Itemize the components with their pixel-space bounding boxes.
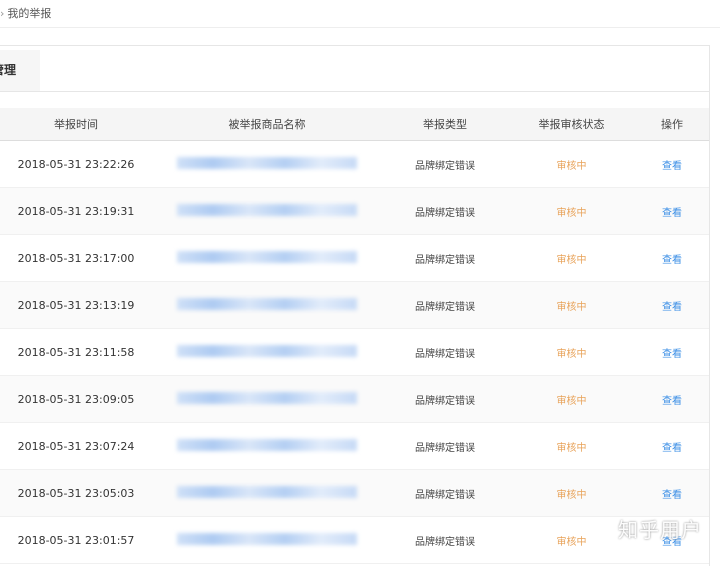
report-time: 2018-05-31 23:01:57 (0, 516, 152, 564)
status-badge: 审核中 (508, 187, 635, 235)
header-time: 举报时间 (0, 108, 152, 141)
blurred-product-name (177, 156, 357, 169)
report-time: 2018-05-31 23:09:05 (0, 375, 152, 423)
status-badge: 审核中 (508, 328, 635, 376)
report-type: 品牌绑定错误 (382, 469, 508, 517)
table-row: 2018-05-31 23:07:24 品牌绑定错误 审核中 查看 (0, 422, 709, 470)
product-name (152, 234, 382, 282)
report-type: 品牌绑定错误 (382, 422, 508, 470)
product-name (152, 422, 382, 470)
table-row: 2018-05-31 23:11:58 品牌绑定错误 审核中 查看 (0, 328, 709, 376)
report-time: 2018-05-31 23:05:03 (0, 469, 152, 517)
view-link[interactable]: 查看 (662, 302, 682, 313)
view-link[interactable]: 查看 (662, 208, 682, 219)
blurred-product-name (177, 532, 357, 545)
status-badge: 审核中 (508, 234, 635, 282)
tab-label: 管理 (0, 63, 17, 77)
table-header-row: 举报时间 被举报商品名称 举报类型 举报审核状态 操作 (0, 108, 709, 141)
view-link[interactable]: 查看 (662, 349, 682, 360)
view-link[interactable]: 查看 (662, 255, 682, 266)
header-action: 操作 (635, 108, 709, 141)
action-cell: 查看 (635, 234, 709, 282)
status-badge: 审核中 (508, 140, 635, 188)
blurred-product-name (177, 203, 357, 216)
blurred-product-name (177, 438, 357, 451)
view-link[interactable]: 查看 (662, 161, 682, 172)
breadcrumb-current: 我的举报 (7, 7, 52, 20)
report-time: 2018-05-31 23:19:31 (0, 187, 152, 235)
view-link[interactable]: 查看 (662, 443, 682, 454)
action-cell: 查看 (635, 375, 709, 423)
report-time: 2018-05-31 23:17:00 (0, 234, 152, 282)
report-time: 2018-05-31 23:13:19 (0, 281, 152, 329)
status-badge: 审核中 (508, 375, 635, 423)
table-row: 2018-05-31 23:09:05 品牌绑定错误 审核中 查看 (0, 375, 709, 423)
view-link[interactable]: 查看 (662, 396, 682, 407)
report-time: 2018-05-31 23:11:58 (0, 328, 152, 376)
table-row: 2018-05-31 23:01:57 品牌绑定错误 审核中 查看 (0, 516, 709, 564)
blurred-product-name (177, 250, 357, 263)
blurred-product-name (177, 344, 357, 357)
product-name (152, 516, 382, 564)
table-row: 2018-05-31 23:17:00 品牌绑定错误 审核中 查看 (0, 234, 709, 282)
table-row: 2018-05-31 23:05:03 品牌绑定错误 审核中 查看 (0, 469, 709, 517)
header-status: 举报审核状态 (508, 108, 635, 141)
blurred-product-name (177, 485, 357, 498)
header-type: 举报类型 (382, 108, 508, 141)
breadcrumb: › 我的举报 (0, 5, 51, 21)
watermark: 知乎用户 (618, 518, 702, 542)
report-type: 品牌绑定错误 (382, 281, 508, 329)
report-time: 2018-05-31 23:22:26 (0, 140, 152, 188)
blurred-product-name (177, 391, 357, 404)
action-cell: 查看 (635, 422, 709, 470)
status-badge: 审核中 (508, 516, 635, 564)
report-type: 品牌绑定错误 (382, 187, 508, 235)
blurred-product-name (177, 297, 357, 310)
report-type: 品牌绑定错误 (382, 234, 508, 282)
status-badge: 审核中 (508, 469, 635, 517)
product-name (152, 281, 382, 329)
report-type: 品牌绑定错误 (382, 328, 508, 376)
action-cell: 查看 (635, 187, 709, 235)
divider (0, 27, 720, 28)
report-type: 品牌绑定错误 (382, 375, 508, 423)
report-type: 品牌绑定错误 (382, 516, 508, 564)
report-type: 品牌绑定错误 (382, 140, 508, 188)
header-product: 被举报商品名称 (152, 108, 382, 141)
table-row: 2018-05-31 23:19:31 品牌绑定错误 审核中 查看 (0, 187, 709, 235)
view-link[interactable]: 查看 (662, 490, 682, 501)
status-badge: 审核中 (508, 422, 635, 470)
product-name (152, 187, 382, 235)
product-name (152, 375, 382, 423)
breadcrumb-separator-icon: › (0, 7, 5, 20)
table-row: 2018-05-31 23:13:19 品牌绑定错误 审核中 查看 (0, 281, 709, 329)
report-table: 举报时间 被举报商品名称 举报类型 举报审核状态 操作 2018-05-31 2… (0, 108, 709, 564)
tab-divider (0, 91, 709, 92)
product-name (152, 328, 382, 376)
action-cell: 查看 (635, 328, 709, 376)
status-badge: 审核中 (508, 281, 635, 329)
tab-manage[interactable]: 管理 (0, 50, 40, 91)
action-cell: 查看 (635, 281, 709, 329)
action-cell: 查看 (635, 469, 709, 517)
report-panel: 管理 举报时间 被举报商品名称 举报类型 举报审核状态 操作 2018-05-3… (0, 45, 710, 566)
product-name (152, 469, 382, 517)
action-cell: 查看 (635, 140, 709, 188)
table-row: 2018-05-31 23:22:26 品牌绑定错误 审核中 查看 (0, 140, 709, 188)
product-name (152, 140, 382, 188)
report-time: 2018-05-31 23:07:24 (0, 422, 152, 470)
